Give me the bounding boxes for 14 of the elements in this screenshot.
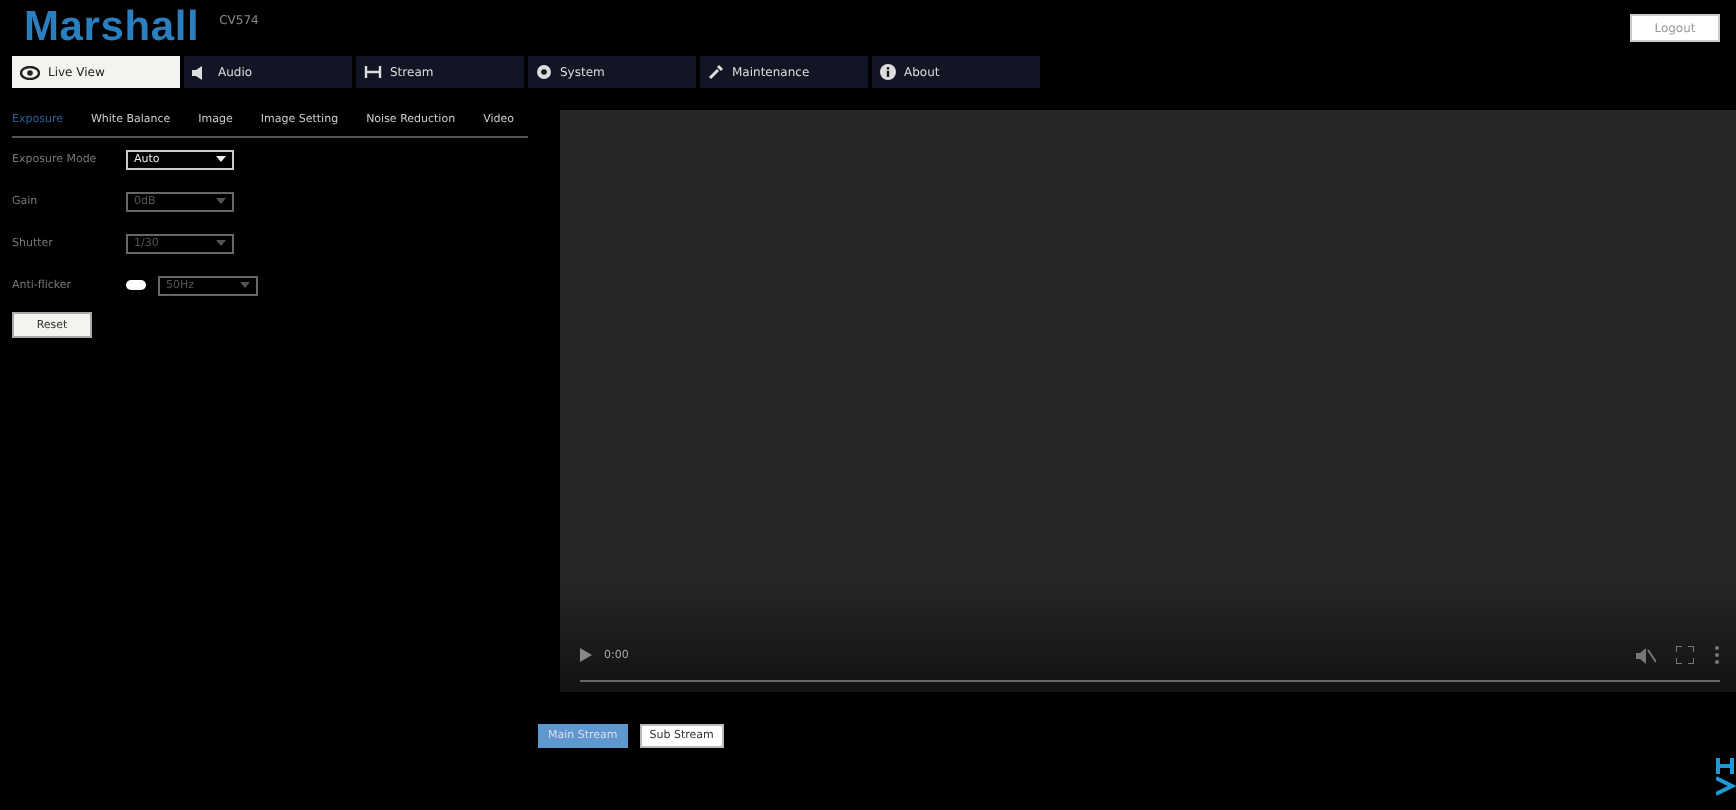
play-icon[interactable] bbox=[580, 648, 592, 662]
brand-logo: Marshall bbox=[24, 4, 200, 52]
caret-icon bbox=[216, 156, 226, 162]
caret-icon bbox=[216, 240, 226, 246]
caret-icon bbox=[240, 282, 250, 288]
settings-icon bbox=[536, 64, 552, 80]
wrench-icon bbox=[708, 64, 724, 80]
eye-icon bbox=[20, 65, 40, 79]
info-icon bbox=[880, 64, 896, 80]
fullscreen-icon[interactable] bbox=[1676, 646, 1694, 664]
brand-mark-icon bbox=[1716, 758, 1736, 798]
caret-icon bbox=[216, 198, 226, 204]
more-icon[interactable] bbox=[1714, 646, 1720, 664]
mute-icon[interactable] bbox=[1636, 647, 1656, 663]
